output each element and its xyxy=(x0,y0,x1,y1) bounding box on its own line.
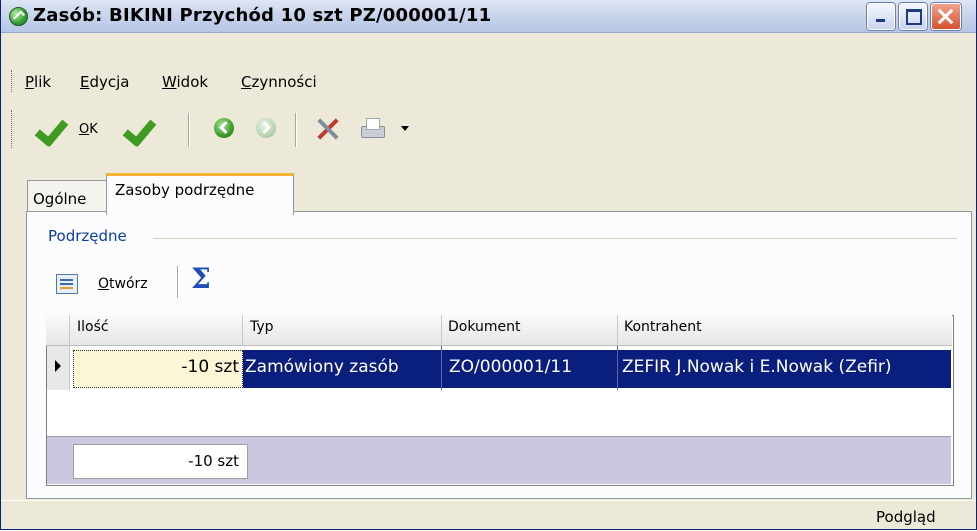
cell-kontrahent: ZEFIR J.Nowak i E.Nowak (Zefir) xyxy=(622,357,892,377)
ok-check-icon[interactable] xyxy=(39,113,67,143)
menu-czynnosci-label: zynności xyxy=(251,73,317,91)
open-document-icon[interactable] xyxy=(56,274,78,294)
column-header-typ[interactable]: Typ xyxy=(250,319,274,335)
cell-dokument: ZO/000001/11 xyxy=(449,357,573,377)
column-header-dokument[interactable]: Dokument xyxy=(448,319,521,335)
menu-widok-accel: W xyxy=(162,73,177,91)
app-icon xyxy=(9,7,28,26)
group-divider xyxy=(153,238,957,239)
menubar-grip[interactable] xyxy=(11,70,14,92)
close-button[interactable] xyxy=(931,3,961,30)
tab-zasoby-podrzedne-label: Zasoby podrzędne xyxy=(115,181,255,199)
menu-edycja[interactable]: Edycja xyxy=(80,73,130,91)
menu-czynnosci-accel: C xyxy=(241,73,252,91)
open-label: twórz xyxy=(109,276,148,292)
menu-plik-accel: P xyxy=(25,73,35,91)
menu-plik-label: lik xyxy=(34,73,52,91)
save-check-icon[interactable] xyxy=(121,113,155,143)
minimize-button[interactable] xyxy=(867,3,895,30)
print-dropdown-icon[interactable] xyxy=(401,126,409,131)
tools-icon[interactable] xyxy=(314,114,344,144)
tab-ogolne[interactable]: Ogólne xyxy=(27,180,109,212)
footer-total: -10 szt xyxy=(188,452,239,470)
status-text: Podgląd xyxy=(876,508,936,526)
window-title: Zasób: BIKINI Przychód 10 szt PZ/000001/… xyxy=(33,5,492,26)
header-divider xyxy=(441,315,442,345)
title-bar[interactable]: Zasób: BIKINI Przychód 10 szt PZ/000001/… xyxy=(1,0,976,33)
forward-arrow-icon[interactable] xyxy=(256,118,276,138)
header-divider xyxy=(69,315,70,345)
ok-button[interactable]: OK xyxy=(79,122,98,137)
toolbar-grip[interactable] xyxy=(11,110,14,148)
column-header-ilosc[interactable]: Ilość xyxy=(77,319,109,335)
resource-window: Zasób: BIKINI Przychód 10 szt PZ/000001/… xyxy=(0,0,977,530)
header-divider xyxy=(242,315,243,345)
ok-label: K xyxy=(89,122,98,137)
status-bar xyxy=(1,500,976,529)
menu-czynnosci[interactable]: Czynności xyxy=(241,73,317,91)
row-indicator-icon[interactable] xyxy=(47,346,70,390)
toolbar-separator xyxy=(188,113,190,147)
open-accel: O xyxy=(98,276,110,292)
cell-typ: Zamówiony zasób xyxy=(245,357,399,377)
menu-plik[interactable]: Plik xyxy=(25,73,51,91)
menu-widok[interactable]: Widok xyxy=(162,73,208,91)
cell-divider xyxy=(617,346,618,390)
open-button[interactable]: Otwórz xyxy=(98,276,148,292)
print-icon[interactable] xyxy=(359,116,385,142)
toolbar-separator xyxy=(295,113,297,147)
back-arrow-icon[interactable] xyxy=(214,118,234,138)
cell-divider xyxy=(441,346,442,390)
column-header-kontrahent[interactable]: Kontrahent xyxy=(624,319,702,335)
cell-ilosc: -10 szt xyxy=(181,357,239,377)
tab-ogolne-label: Ogólne xyxy=(33,190,87,208)
subtoolbar-separator xyxy=(177,266,179,298)
header-divider xyxy=(617,315,618,345)
menu-widok-label: idok xyxy=(176,73,209,91)
ok-accel: O xyxy=(79,122,90,137)
maximize-button[interactable] xyxy=(899,3,927,30)
group-legend: Podrzędne xyxy=(48,227,133,245)
sum-icon[interactable]: Σ xyxy=(191,262,211,295)
tab-zasoby-podrzedne[interactable]: Zasoby podrzędne xyxy=(106,173,294,215)
menu-edycja-label: dycja xyxy=(89,73,130,91)
